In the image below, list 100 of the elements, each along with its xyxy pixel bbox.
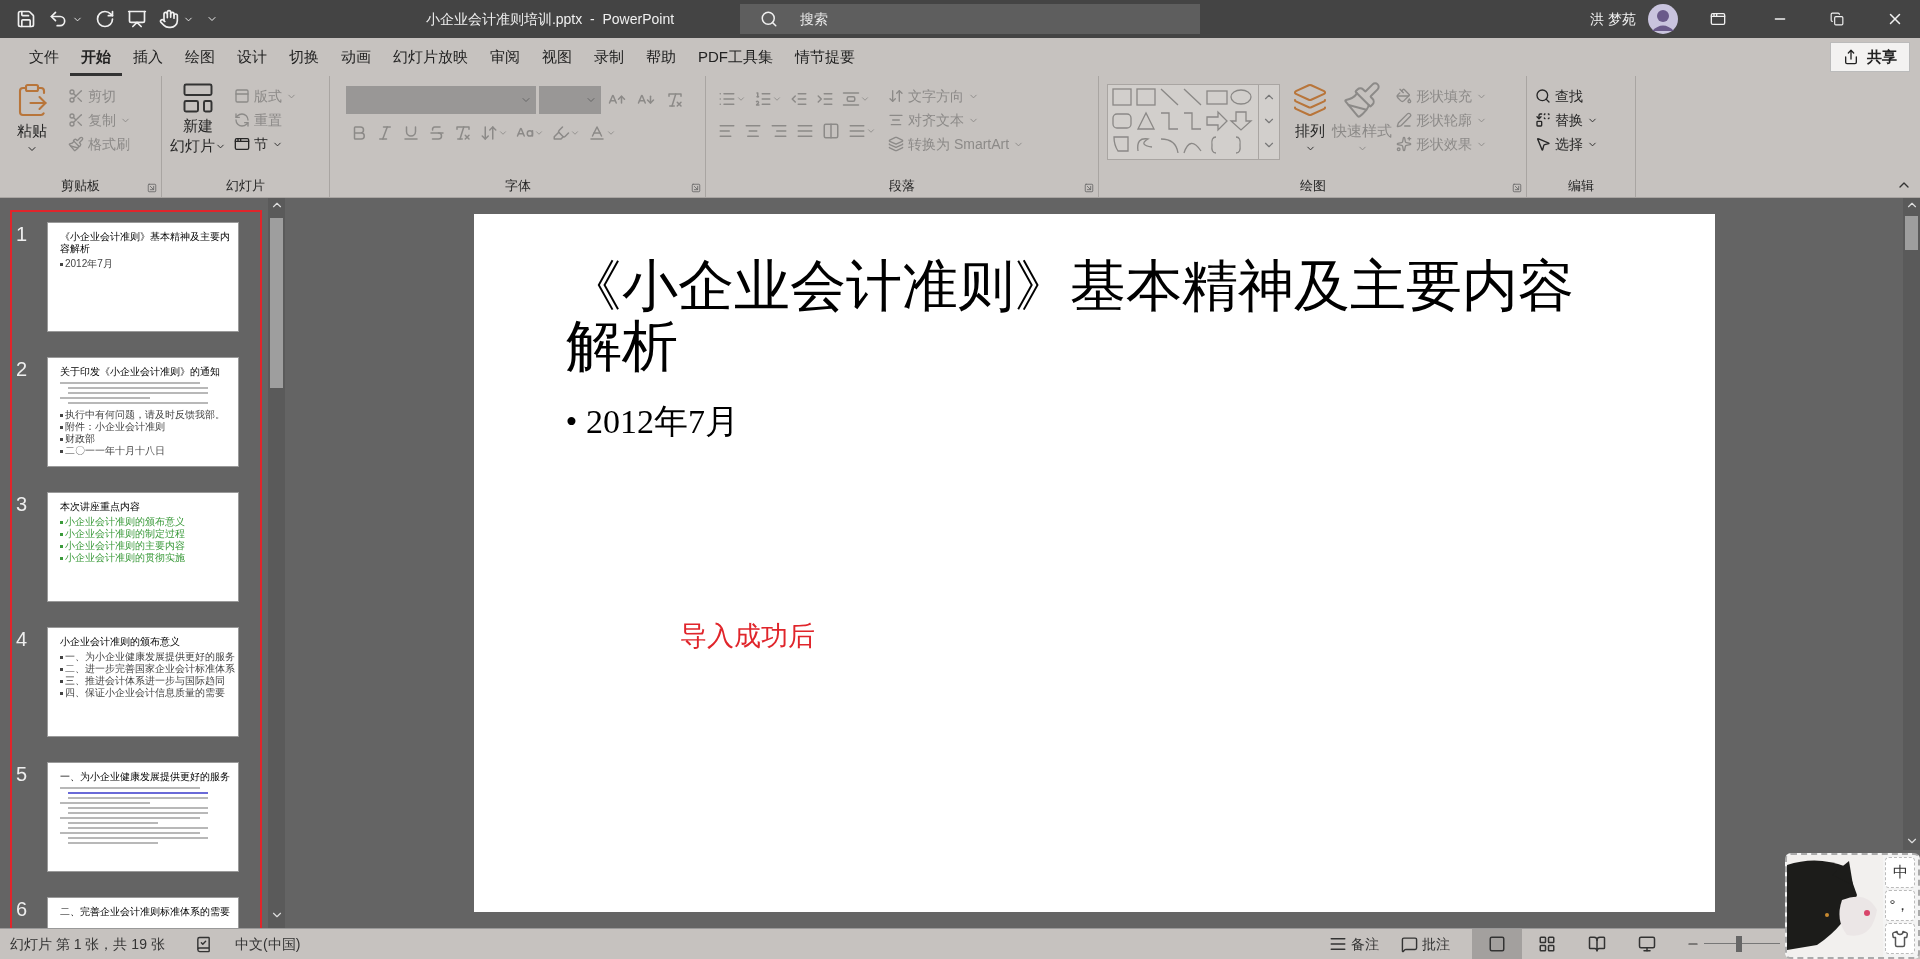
ribbon-tab[interactable]: 绘图 bbox=[174, 38, 226, 76]
group-label: 字体 bbox=[504, 176, 531, 195]
share-button[interactable]: 共享 bbox=[1830, 42, 1910, 72]
format-icon bbox=[428, 124, 446, 142]
caret-icon bbox=[860, 94, 870, 104]
shirt-icon bbox=[1891, 929, 1909, 948]
save-icon[interactable] bbox=[16, 9, 36, 29]
group-label: 编辑 bbox=[1568, 176, 1594, 195]
accessibility-icon[interactable] bbox=[195, 935, 212, 953]
dialog-launcher-icon[interactable] bbox=[1512, 183, 1522, 193]
redo-icon[interactable] bbox=[95, 9, 115, 29]
thumbnail-bullet: 三、推进会计体系进一步与国际趋同 bbox=[65, 675, 225, 687]
ime-key[interactable]: °， bbox=[1885, 890, 1915, 921]
slide-thumbnail[interactable]: 小企业会计准则的颁布意义 一、为小企业健康发展提供更好的服务 二、进一步完善国家企业会计标准体系 三、推进会计体系进一步与国际趋同 四、保证小企业会计信息质量的需要 bbox=[47, 627, 239, 737]
format-icon bbox=[588, 124, 606, 142]
ribbon-tab[interactable]: PDF工具集 bbox=[687, 38, 784, 76]
ribbon-tab[interactable]: 录制 bbox=[583, 38, 635, 76]
slide-number: 1 bbox=[15, 222, 29, 247]
thumbnail-bullet: 小企业会计准则的制定过程 bbox=[65, 528, 185, 540]
notes-icon bbox=[1329, 935, 1347, 953]
slide-number: 3 bbox=[15, 492, 29, 517]
ribbon-action-icon bbox=[1396, 112, 1412, 128]
thumbnail-bullet: 四、保证小企业会计信息质量的需要 bbox=[65, 687, 225, 699]
arrange-button[interactable]: 排列 bbox=[1292, 80, 1328, 154]
ribbon-tab[interactable]: 动画 bbox=[330, 38, 382, 76]
view-icon bbox=[1488, 935, 1506, 953]
ribbon-action-icon bbox=[1396, 136, 1412, 152]
ribbon-action-icon bbox=[68, 88, 84, 104]
user-name: 洪 梦苑 bbox=[1590, 9, 1636, 29]
thumbnail-bullet: 附件：小企业会计准则 bbox=[65, 421, 165, 433]
comments-button[interactable]: 批注 bbox=[1401, 933, 1450, 955]
ime-key[interactable]: 中 bbox=[1885, 857, 1915, 888]
ribbon-tab[interactable]: 帮助 bbox=[635, 38, 687, 76]
scrollbar[interactable] bbox=[1903, 198, 1920, 850]
caret-icon bbox=[570, 128, 580, 138]
format-icon bbox=[796, 122, 814, 140]
slide-number: 4 bbox=[15, 627, 29, 652]
slide[interactable]: 《小企业会计准则》基本精神及主要内容解析 • 2012年7月 导入成功后 bbox=[473, 214, 1715, 912]
format-icon bbox=[402, 124, 420, 142]
ribbon-button[interactable]: 替换 bbox=[1535, 108, 1598, 132]
slide-thumbnail[interactable]: 《小企业会计准则》基本精神及主要内容解析 2012年7月 bbox=[47, 222, 239, 332]
ribbon-display-icon[interactable] bbox=[1710, 11, 1726, 27]
dialog-launcher-icon[interactable] bbox=[147, 183, 157, 193]
ribbon-tab[interactable]: 切换 bbox=[278, 38, 330, 76]
slide-thumbnail[interactable]: 关于印发《小企业会计准则》的通知 执行中有何问题，请及时反馈我部。 附件：小企业会计准则 财政部 二〇一一年十月十八日 bbox=[47, 357, 239, 467]
format-icon bbox=[718, 122, 736, 140]
ribbon-button[interactable]: 选择 bbox=[1535, 132, 1598, 156]
ribbon-tab[interactable]: 审阅 bbox=[479, 38, 531, 76]
scrollbar-thumb[interactable] bbox=[1905, 216, 1918, 250]
ribbon-action-icon bbox=[234, 88, 250, 104]
format-icon bbox=[790, 90, 808, 108]
thumbnail-title: 本次讲座重点内容 bbox=[60, 501, 141, 513]
ribbon-tab[interactable]: 视图 bbox=[531, 38, 583, 76]
ribbon-action-icon bbox=[1535, 88, 1551, 104]
share-icon bbox=[1843, 49, 1859, 65]
dialog-launcher-icon[interactable] bbox=[691, 183, 701, 193]
ime-skin-button[interactable] bbox=[1885, 923, 1915, 954]
quick-styles-icon bbox=[1342, 80, 1382, 120]
slide-thumbnail[interactable]: 一、为小企业健康发展提供更好的服务 bbox=[47, 762, 239, 872]
scrollbar-thumb[interactable] bbox=[270, 218, 283, 388]
restore-icon[interactable] bbox=[1830, 12, 1844, 26]
ribbon-tab[interactable]: 文件 bbox=[18, 38, 70, 76]
format-icon bbox=[848, 122, 866, 140]
slide-thumbnail[interactable]: 二、完善企业会计准则标准体系的需要 bbox=[47, 897, 239, 928]
group-label: 幻灯片 bbox=[226, 176, 265, 195]
view-button[interactable] bbox=[1472, 928, 1522, 959]
shape-gallery[interactable] bbox=[1107, 84, 1280, 160]
ribbon-button[interactable]: 查找 bbox=[1535, 84, 1598, 108]
language-status[interactable]: 中文(中国) bbox=[235, 933, 301, 955]
new-slide-button[interactable]: 新建 幻灯片 bbox=[170, 80, 226, 156]
slide-number: 5 bbox=[15, 762, 29, 787]
slideshow-icon[interactable] bbox=[127, 9, 147, 29]
ribbon-tab[interactable]: 设计 bbox=[226, 38, 278, 76]
notes-button[interactable]: 备注 bbox=[1329, 933, 1379, 955]
format-icon bbox=[744, 122, 762, 140]
ribbon-action-icon bbox=[888, 88, 904, 104]
search-field[interactable]: 搜索 bbox=[740, 4, 1200, 34]
ribbon-tab[interactable]: 幻灯片放映 bbox=[382, 38, 479, 76]
ribbon-tab[interactable]: 插入 bbox=[122, 38, 174, 76]
paste-button[interactable]: 粘贴 bbox=[8, 80, 56, 155]
touch-mode-icon[interactable] bbox=[159, 9, 179, 29]
ribbon-tab[interactable]: 情节提要 bbox=[784, 38, 866, 76]
scrollbar[interactable] bbox=[268, 198, 285, 928]
thumbnail-bullet: 二〇一一年十月十八日 bbox=[65, 445, 165, 457]
thumbnail-bullet: 小企业会计准则的主要内容 bbox=[65, 540, 185, 552]
caret-icon bbox=[498, 128, 508, 138]
view-icon bbox=[1588, 935, 1606, 953]
avatar-icon[interactable] bbox=[1648, 4, 1678, 34]
slide-thumbnail[interactable]: 本次讲座重点内容 小企业会计准则的颁布意义 小企业会计准则的制定过程 小企业会计准则的主要内容 小企业会计准则的贯彻实施 bbox=[47, 492, 239, 602]
slide-counter: 幻灯片 第 1 张，共 19 张 bbox=[9, 934, 166, 954]
font-size-field[interactable] bbox=[539, 86, 601, 114]
format-icon bbox=[770, 122, 788, 140]
ribbon-button[interactable]: 节 bbox=[234, 132, 297, 156]
undo-icon[interactable] bbox=[48, 9, 68, 29]
comment-icon bbox=[1401, 935, 1418, 953]
thumbnail-title: 关于印发《小企业会计准则》的通知 bbox=[60, 366, 221, 378]
zoom-slider[interactable] bbox=[1704, 936, 1780, 952]
thumbnail-bullet: 一、为小企业健康发展提供更好的服务 bbox=[65, 651, 235, 663]
ribbon-action-icon bbox=[68, 112, 84, 128]
dialog-launcher-icon[interactable] bbox=[1084, 183, 1094, 193]
